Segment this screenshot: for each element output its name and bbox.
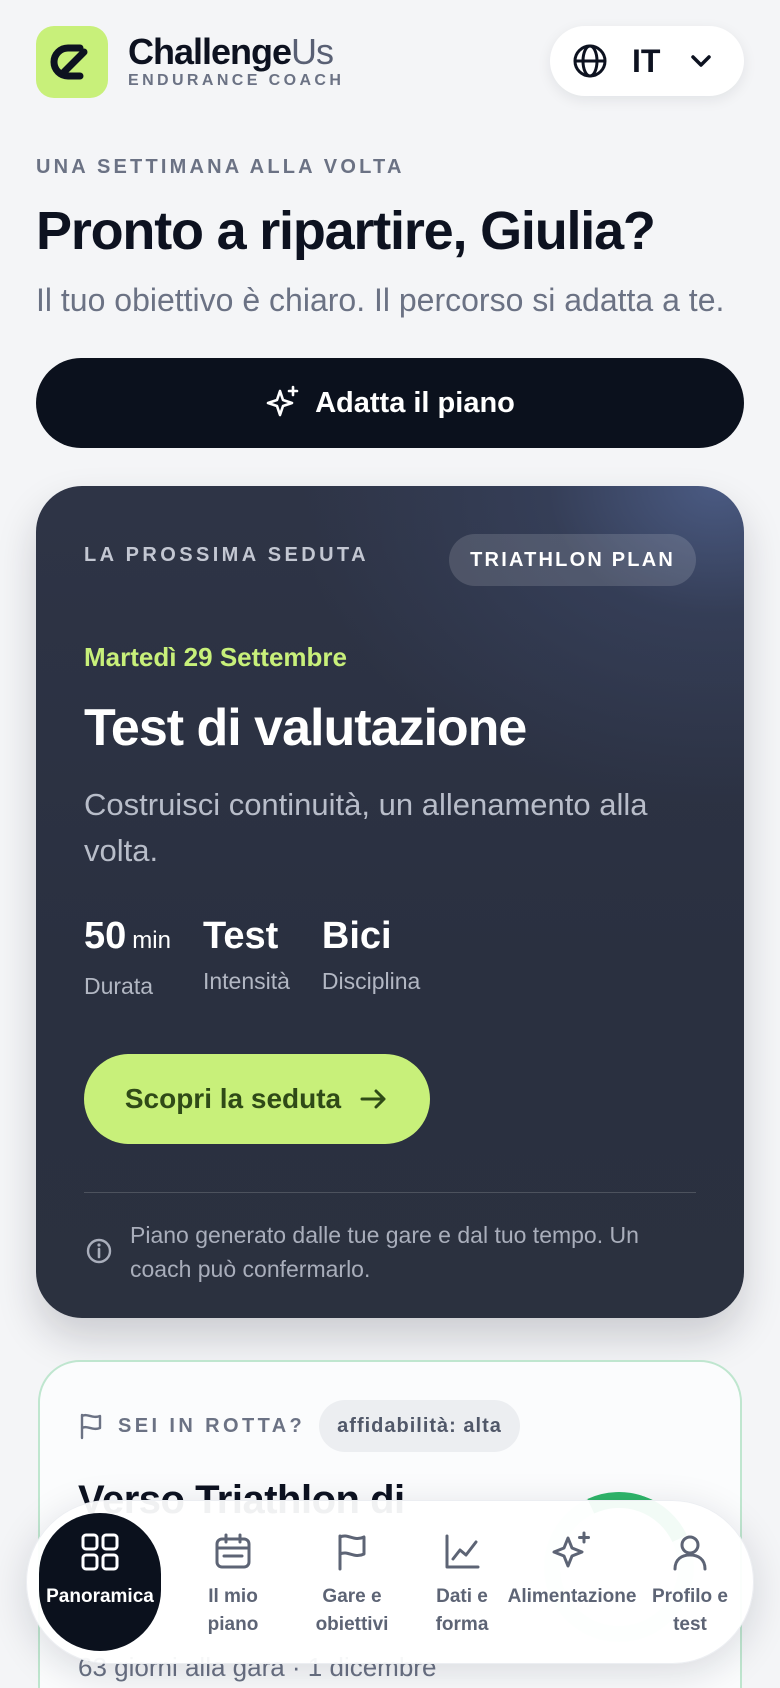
tab-overview[interactable]: Panoramica <box>39 1513 161 1651</box>
info-icon <box>86 1238 112 1264</box>
session-description: Costruisci continuità, un allenamento al… <box>84 787 648 868</box>
chevron-down-icon <box>691 55 711 67</box>
tab-label: piano <box>207 1614 259 1635</box>
globe-icon <box>573 44 607 78</box>
hero-eyebrow: UNA SETTIMANA ALLA VOLTA <box>36 156 405 178</box>
tab-label: obiettivi <box>315 1614 389 1635</box>
stat-duration: 50 min Durata <box>84 914 171 1000</box>
app-header: ChallengeUs ENDURANCE COACH IT <box>36 26 744 98</box>
tab-label: Il mio <box>208 1586 258 1607</box>
next-session-card: LA PROSSIMA SEDUTA TRIATHLON PLAN Marted… <box>36 486 744 1318</box>
discover-session-button[interactable]: Scopri la seduta <box>84 1054 430 1144</box>
arrow-right-icon <box>360 1089 386 1109</box>
tab-label: Alimentazione <box>507 1586 637 1607</box>
user-icon <box>670 1531 710 1573</box>
reliability-badge: affidabilità: alta <box>319 1400 520 1452</box>
tab-label: Panoramica <box>46 1586 154 1607</box>
session-date: Martedì 29 Settembre <box>84 642 347 672</box>
brand-text: ChallengeUs ENDURANCE COACH <box>128 32 344 90</box>
session-title: Test di valutazione <box>84 699 527 757</box>
chart-line-icon <box>442 1531 482 1573</box>
tab-label: test <box>673 1614 707 1635</box>
adapt-plan-button[interactable]: Adatta il piano <box>36 358 744 448</box>
brand-tagline: ENDURANCE COACH <box>128 72 345 89</box>
stat-label: Disciplina <box>321 968 421 994</box>
session-eyebrow: LA PROSSIMA SEDUTA <box>84 544 369 566</box>
tab-label: Profilo e <box>651 1586 728 1607</box>
calendar-icon <box>213 1531 253 1573</box>
plan-note: Piano generato dalle tue gare e dal tuo … <box>84 1218 696 1286</box>
adapt-plan-label: Adatta il piano <box>315 386 515 419</box>
hero-subtitle: Il tuo obiettivo è chiaro. Il percorso s… <box>36 282 725 318</box>
plan-note-text: Piano generato dalle tue gare e dal tuo … <box>130 1222 639 1282</box>
stat-label: Intensità <box>202 968 290 994</box>
brand-name: ChallengeUs <box>128 32 344 72</box>
logo-c-icon <box>50 44 88 80</box>
tab-my-plan[interactable]: Il mio piano <box>173 1513 293 1651</box>
tab-label: Gare e <box>322 1586 382 1607</box>
flag-icon <box>332 1531 372 1573</box>
on-track-eyebrow: SEI IN ROTTA? <box>118 1414 306 1437</box>
stat-label: Durata <box>84 973 154 999</box>
plan-badge: TRIATHLON PLAN <box>449 534 696 586</box>
brand-name-bold: Challenge <box>128 31 292 72</box>
language-code: IT <box>632 42 661 79</box>
on-track-header: SEI IN ROTTA? affidabilità: alta <box>78 1400 520 1452</box>
tab-profile-tests[interactable]: Profilo e test <box>635 1513 745 1651</box>
stat-intensity: Test Intensità <box>203 914 290 1000</box>
stat-value: 50 min <box>84 914 171 963</box>
language-selector[interactable]: IT <box>550 26 744 96</box>
tab-races-goals[interactable]: Gare e obiettivi <box>289 1513 415 1651</box>
stat-unit: min <box>132 927 171 954</box>
session-stats: 50 min Durata Test Intensità Bici Discipl… <box>84 914 452 1000</box>
brand-name-light: Us <box>291 31 334 72</box>
bottom-tab-bar: Panoramica Il mio piano Gare e obiettivi <box>26 1500 754 1664</box>
stat-value: Bici <box>321 915 392 957</box>
tab-nutrition[interactable]: Alimentazione <box>493 1513 651 1651</box>
stat-discipline: Bici Disciplina <box>322 914 420 1000</box>
flag-icon <box>80 1413 102 1440</box>
grid-icon <box>80 1531 120 1573</box>
sparkle-icon <box>266 385 299 417</box>
tab-label: forma <box>435 1614 489 1635</box>
card-divider <box>84 1192 696 1193</box>
page-title: Pronto a ripartire, Giulia? <box>36 201 656 261</box>
discover-session-label: Scopri la seduta <box>124 1083 342 1114</box>
sparkle-icon <box>551 1531 593 1573</box>
brand-logo[interactable] <box>36 26 108 98</box>
stat-value: Test <box>202 915 279 957</box>
tab-label: Dati e <box>436 1586 488 1607</box>
stat-number: 50 <box>84 915 127 957</box>
